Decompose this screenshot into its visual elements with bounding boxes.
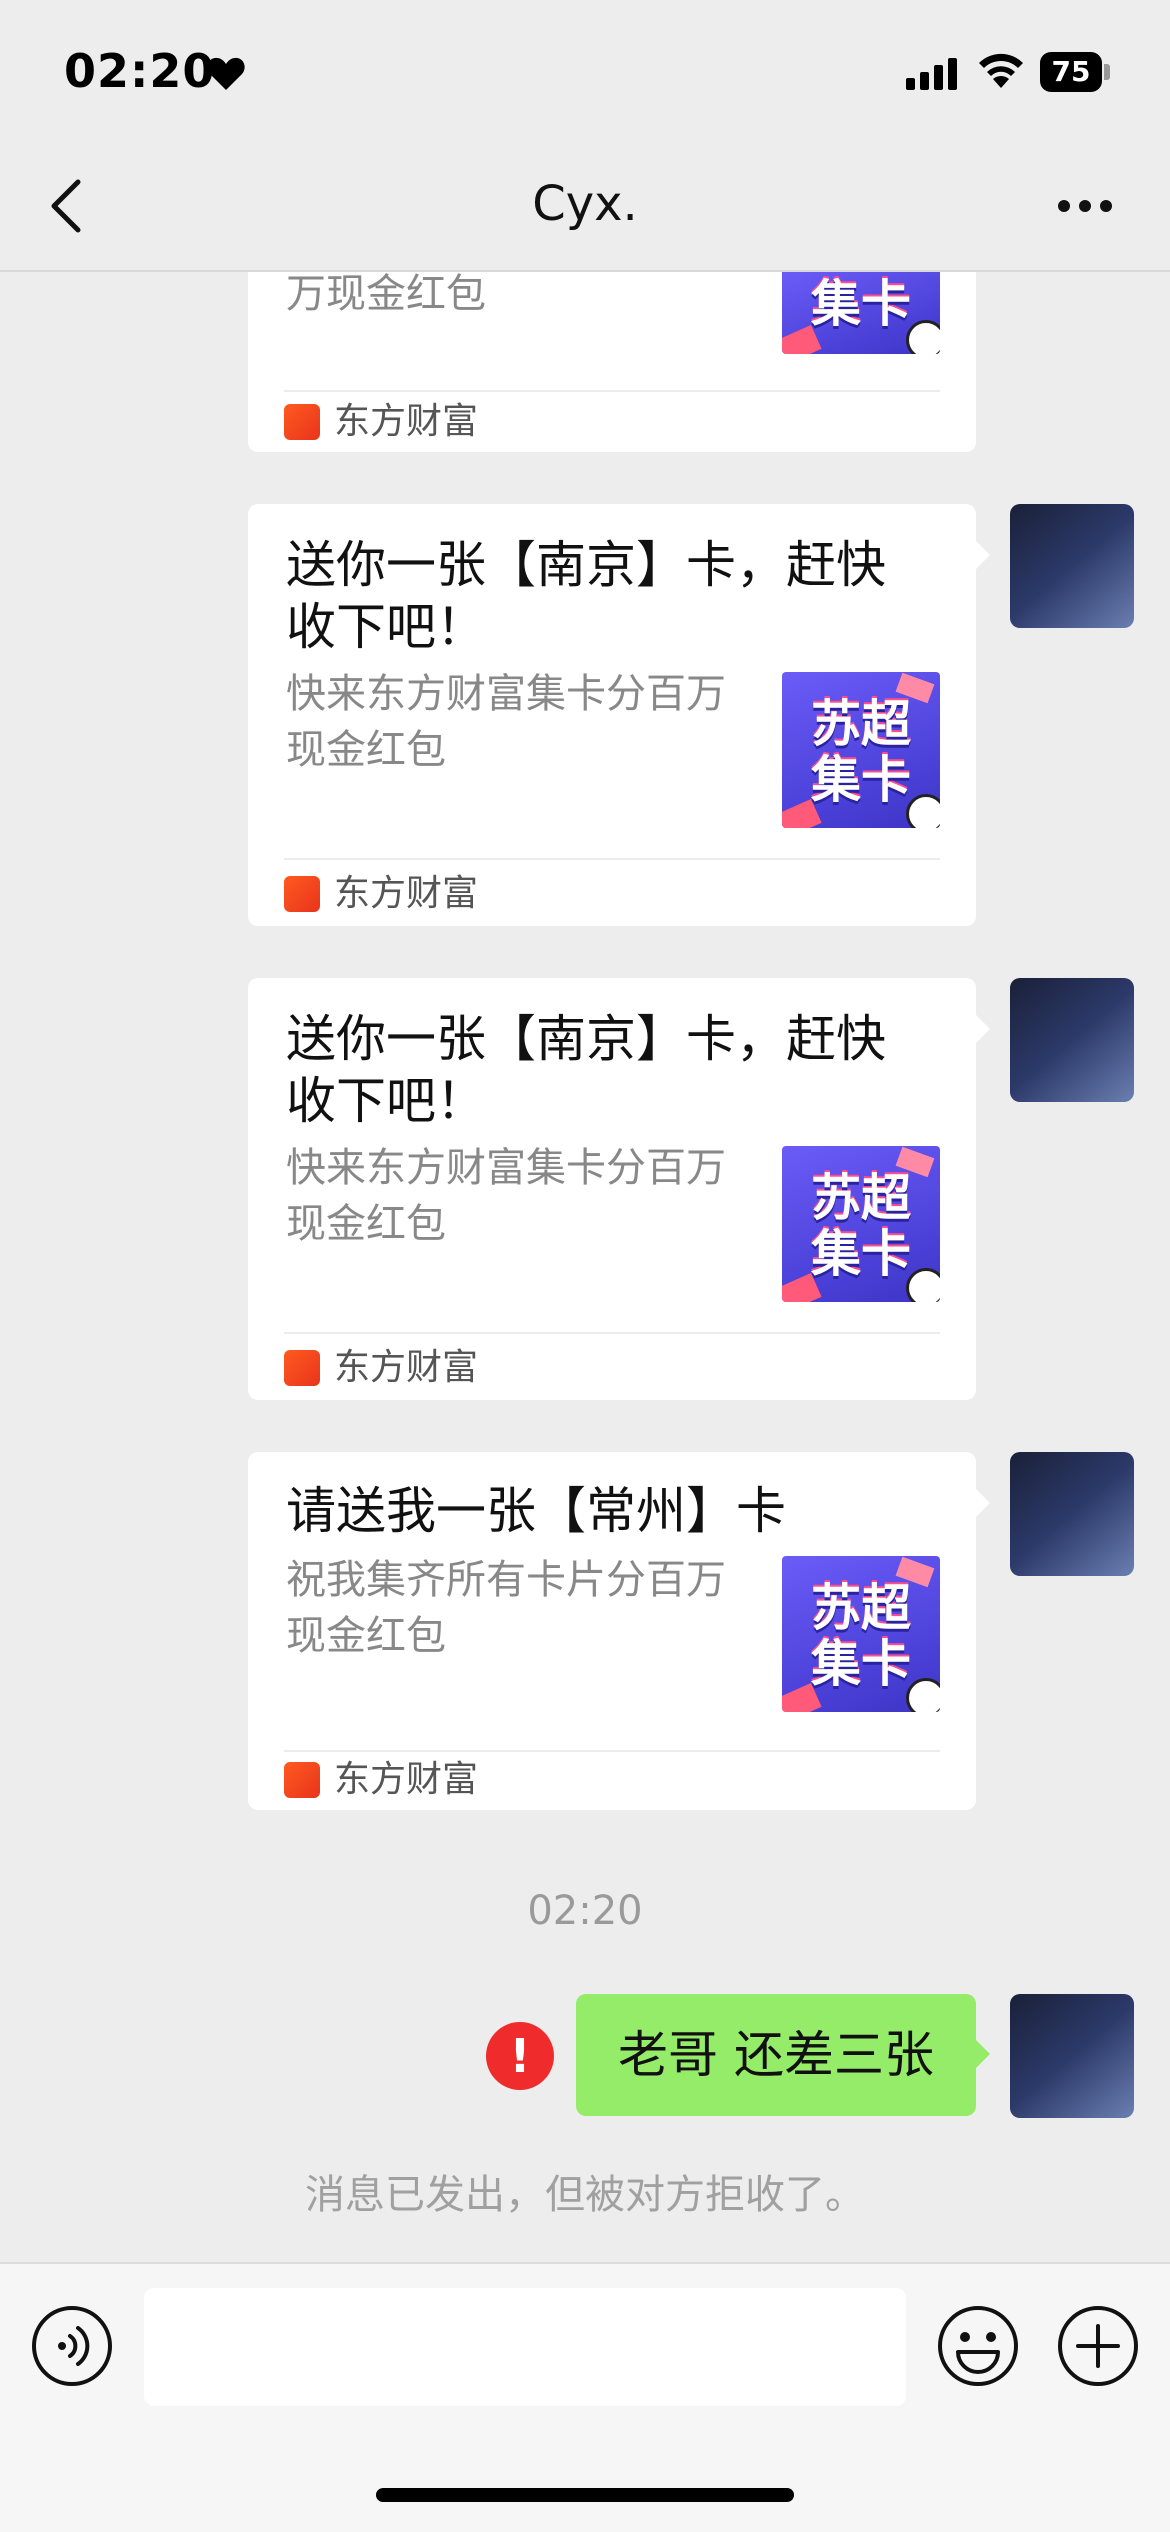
plus-icon[interactable]	[1056, 2304, 1140, 2388]
card-divider	[284, 390, 940, 392]
home-indicator	[376, 2488, 794, 2502]
chat-header: Cyx.	[0, 140, 1170, 272]
card-description: 快来东方财富集卡分百万现金红包	[286, 1145, 726, 1247]
card-thumbnail-text: 苏超 集卡	[811, 1169, 911, 1283]
card-thumbnail: 集卡	[782, 272, 940, 354]
shared-card-message[interactable]: 送你一张【南京】卡，赶快收下吧！ 快来东方财富集卡分百万现金红包 苏超 集卡 东…	[248, 504, 990, 926]
card-source-label: 东方财富	[334, 1347, 479, 1388]
sent-message-bubble[interactable]: 老哥 还差三张	[576, 1994, 990, 2116]
more-options-icon[interactable]	[1056, 198, 1114, 214]
wifi-icon	[979, 53, 1023, 88]
message-rejected-notice: 消息已发出，但被对方拒收了。	[305, 2172, 865, 2218]
status-bar: 02:20 75	[0, 0, 1170, 140]
shared-card-message[interactable]: 万现金红包 集卡 东方财富	[248, 271, 976, 452]
eastmoney-logo-icon	[284, 876, 320, 912]
card-description: 快来东方财富集卡分百万现金红包	[286, 671, 726, 773]
card-thumbnail: 苏超 集卡	[782, 1146, 940, 1302]
card-source-label: 东方财富	[334, 873, 479, 914]
card-title: 送你一张【南京】卡，赶快收下吧！	[286, 1010, 886, 1130]
eastmoney-logo-icon	[284, 1350, 320, 1386]
eastmoney-logo-icon	[284, 1762, 320, 1798]
voice-input-icon[interactable]	[30, 2304, 114, 2388]
card-title: 请送我一张【常州】卡	[286, 1482, 786, 1540]
card-description: 祝我集齐所有卡片分百万现金红包	[286, 1557, 726, 1659]
card-source-label: 东方财富	[334, 401, 479, 442]
soccer-ball-icon	[906, 794, 940, 828]
status-time: 02:20	[64, 44, 216, 98]
shared-card-message[interactable]: 送你一张【南京】卡，赶快收下吧！ 快来东方财富集卡分百万现金红包 苏超 集卡 东…	[248, 978, 990, 1400]
bubble-tail	[975, 540, 990, 570]
avatar[interactable]	[1010, 978, 1134, 1102]
card-thumbnail: 苏超 集卡	[782, 672, 940, 828]
soccer-ball-icon	[906, 320, 940, 354]
emoji-icon[interactable]	[936, 2304, 1020, 2388]
heart-icon	[207, 57, 245, 90]
chat-timestamp: 02:20	[527, 1888, 643, 1934]
card-divider	[284, 858, 940, 860]
bubble-tail	[975, 1014, 990, 1044]
card-thumbnail-text: 苏超 集卡	[811, 695, 911, 809]
avatar[interactable]	[1010, 504, 1134, 628]
message-input[interactable]	[144, 2288, 906, 2406]
battery-cap	[1104, 64, 1110, 80]
card-description: 万现金红包	[286, 271, 486, 317]
card-thumbnail-text: 苏超 集卡	[811, 1579, 911, 1693]
eastmoney-logo-icon	[284, 404, 320, 440]
bubble-tail	[975, 1488, 990, 1518]
card-source-label: 东方财富	[334, 1759, 479, 1800]
send-failed-icon[interactable]: !	[486, 2022, 554, 2090]
avatar[interactable]	[1010, 1452, 1134, 1576]
battery-indicator: 75	[1040, 52, 1102, 92]
avatar[interactable]	[1010, 1994, 1134, 2118]
soccer-ball-icon	[906, 1268, 940, 1302]
bubble-tail	[975, 2039, 990, 2069]
sent-message-text: 老哥 还差三张	[618, 2026, 934, 2084]
soccer-ball-icon	[906, 1678, 940, 1712]
card-title: 送你一张【南京】卡，赶快收下吧！	[286, 536, 886, 656]
card-thumbnail: 苏超 集卡	[782, 1556, 940, 1712]
card-divider	[284, 1750, 940, 1752]
cellular-signal-icon	[906, 58, 957, 90]
card-divider	[284, 1332, 940, 1334]
chat-title: Cyx.	[532, 176, 638, 232]
shared-card-message[interactable]: 请送我一张【常州】卡 祝我集齐所有卡片分百万现金红包 苏超 集卡 东方财富	[248, 1452, 990, 1810]
